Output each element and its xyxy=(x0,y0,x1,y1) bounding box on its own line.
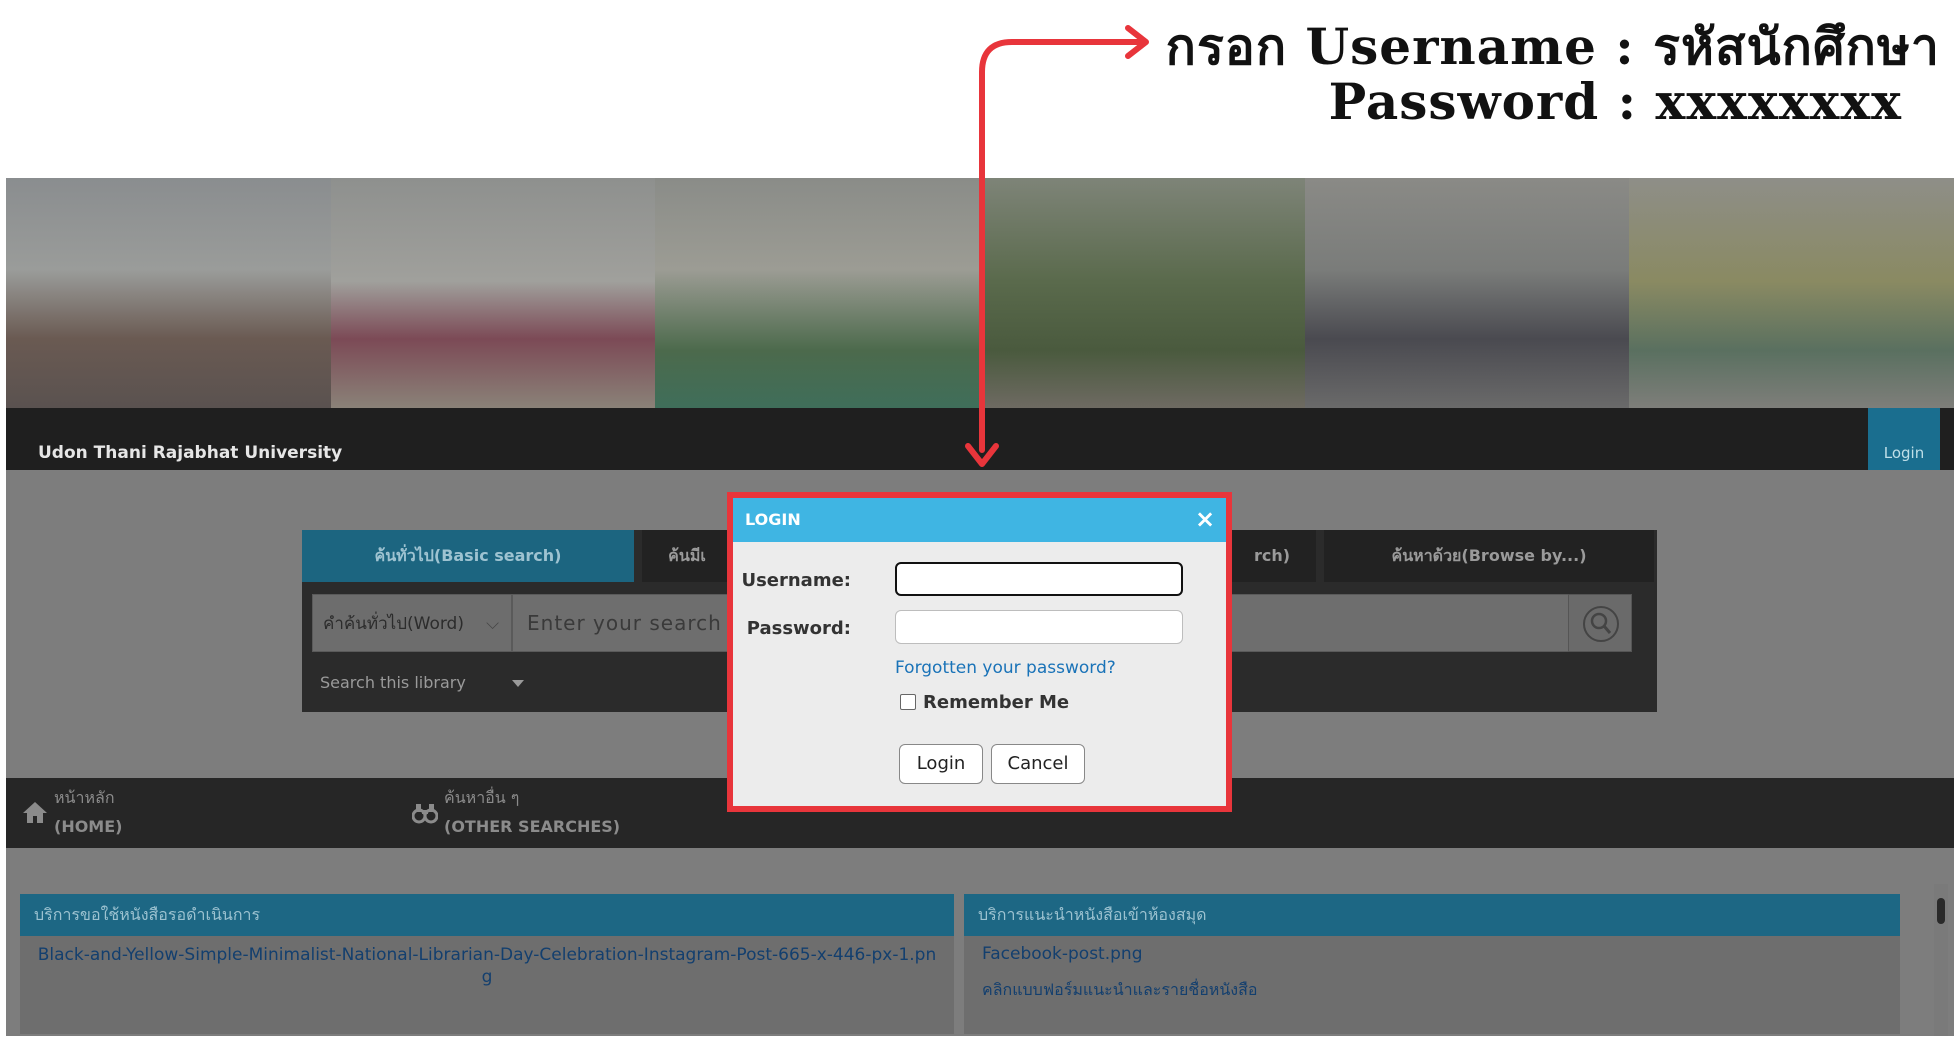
card-book-suggestion: บริการแนะนำหนังสือเข้าห้องสมุด Facebook-… xyxy=(964,894,1900,1034)
banner-photo xyxy=(6,178,331,408)
banner-photo xyxy=(980,178,1305,408)
remember-me-checkbox[interactable] xyxy=(900,694,916,710)
tab-other-search[interactable]: rch) xyxy=(1228,530,1316,582)
search-button[interactable] xyxy=(1568,594,1632,652)
login-dialog: LOGIN × Username: Password: Forgotten yo… xyxy=(727,492,1232,812)
login-dialog-title: LOGIN xyxy=(745,510,801,529)
page-scrollbar[interactable] xyxy=(1934,884,1948,1036)
banner-photo xyxy=(655,178,981,408)
username-field[interactable] xyxy=(895,562,1183,596)
cancel-button[interactable]: Cancel xyxy=(991,744,1085,784)
banner-photo xyxy=(1629,178,1954,408)
card-suggestion-title: บริการแนะนำหนังสือเข้าห้องสมุด xyxy=(964,894,1900,936)
nav-home-thai: หน้าหลัก xyxy=(54,788,115,807)
login-button[interactable]: Login xyxy=(899,744,983,784)
password-field[interactable] xyxy=(895,610,1183,644)
close-icon[interactable]: × xyxy=(1195,505,1215,533)
search-field-type-select[interactable]: คำค้นทั่วไป(Word) ⌵ xyxy=(312,594,512,652)
tab-browse-by[interactable]: ค้นหาด้วย(Browse by...) xyxy=(1324,530,1654,582)
forgot-password-link[interactable]: Forgotten your password? xyxy=(895,658,1116,678)
search-scope-select[interactable]: Search this library xyxy=(320,673,466,692)
tab-basic-search[interactable]: ค้นทั่วไป(Basic search) xyxy=(302,530,634,582)
scrollbar-thumb[interactable] xyxy=(1937,898,1945,924)
banner-photo xyxy=(1304,178,1630,408)
university-name: Udon Thani Rajabhat University xyxy=(38,443,343,463)
banner-photos xyxy=(6,178,1954,408)
topbar-login-link[interactable]: Login xyxy=(1868,408,1940,470)
search-field-type-value: คำค้นทั่วไป(Word) xyxy=(323,614,464,634)
banner-photo xyxy=(330,178,656,408)
chevron-down-icon: ⌵ xyxy=(486,614,499,634)
remember-me-label: Remember Me xyxy=(923,692,1070,713)
suggestion-form-link[interactable]: คลิกแบบฟอร์มแนะนำและรายชื่อหนังสือ xyxy=(982,978,1882,1003)
nav-other-label: (OTHER SEARCHES) xyxy=(444,817,621,836)
home-icon xyxy=(23,802,47,823)
search-icon xyxy=(1583,606,1619,642)
broken-image-link[interactable]: Black-and-Yellow-Simple-Minimalist-Natio… xyxy=(37,944,937,988)
card-pending-requests: บริการขอใช้หนังสือรอดำเนินการ Black-and-… xyxy=(20,894,954,1034)
nav-home-label: (HOME) xyxy=(54,817,123,836)
annotation-password-text: Password : xxxxxxxx xyxy=(1328,72,1902,131)
password-label: Password: xyxy=(746,618,851,639)
username-label: Username: xyxy=(741,570,851,591)
card-pending-title: บริการขอใช้หนังสือรอดำเนินการ xyxy=(20,894,954,936)
card-pending-image-link[interactable]: Black-and-Yellow-Simple-Minimalist-Natio… xyxy=(20,936,954,996)
facebook-post-image[interactable]: Facebook-post.png xyxy=(982,944,1882,964)
binoculars-icon xyxy=(412,804,438,824)
tab-advanced-search[interactable]: ค้นมีเ xyxy=(642,530,732,582)
login-dialog-header: LOGIN × xyxy=(733,498,1226,542)
nav-other-thai: ค้นหาอื่น ๆ xyxy=(444,788,520,807)
caret-down-icon xyxy=(512,680,524,687)
